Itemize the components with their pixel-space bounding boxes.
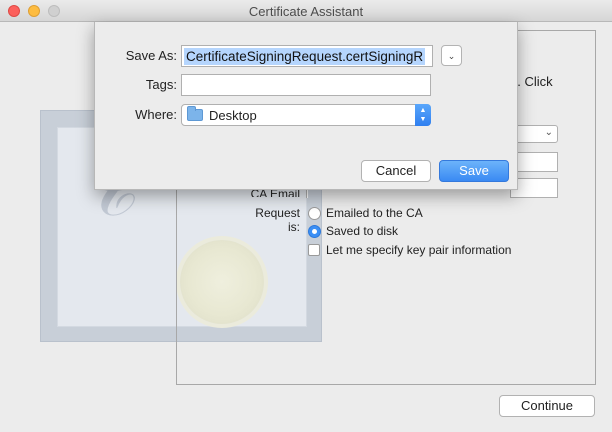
save-sheet: Save As: CertificateSigningRequest.certS… [94,22,518,190]
radio-label: Saved to disk [326,224,399,238]
keypair-label: Let me specify key pair information [326,243,512,257]
cancel-button[interactable]: Cancel [361,160,431,182]
expand-save-dialog-button[interactable]: ⌄ [441,45,462,66]
where-popup-button[interactable]: Desktop ▲ ▼ [181,104,431,126]
up-down-stepper-icon: ▲ ▼ [415,104,431,126]
save-button[interactable]: Save [439,160,509,182]
title-bar: Certificate Assistant [0,0,612,22]
request-is-label: Request is: [255,206,300,234]
certificate-assistant-window: Certificate Assistant 𝒞 g. Click ⌄ CA Em… [0,0,612,432]
radio-button-selected[interactable] [308,224,321,238]
tags-label: Tags: [145,77,177,92]
radio-label: Emailed to the CA [326,206,423,220]
where-value: Desktop [209,107,257,123]
continue-button[interactable]: Continue [499,395,595,417]
radio-saved-to-disk[interactable]: Saved to disk [308,224,398,238]
chevron-down-icon: ⌄ [447,51,456,61]
where-label: Where: [135,107,177,122]
radio-emailed-to-ca[interactable]: Emailed to the CA [308,206,423,220]
tags-field[interactable] [181,74,431,96]
radio-button[interactable] [308,206,321,220]
save-as-field[interactable]: CertificateSigningRequest.certSigningR [181,45,433,67]
chevron-down-icon: ⌄ [544,127,553,138]
window-title: Certificate Assistant [248,4,364,19]
keypair-checkbox-row[interactable]: Let me specify key pair information [308,243,511,257]
keypair-checkbox[interactable] [308,244,320,256]
save-as-label: Save As: [125,48,177,63]
folder-icon [187,106,203,121]
save-as-value: CertificateSigningRequest.certSigningR [184,48,426,65]
